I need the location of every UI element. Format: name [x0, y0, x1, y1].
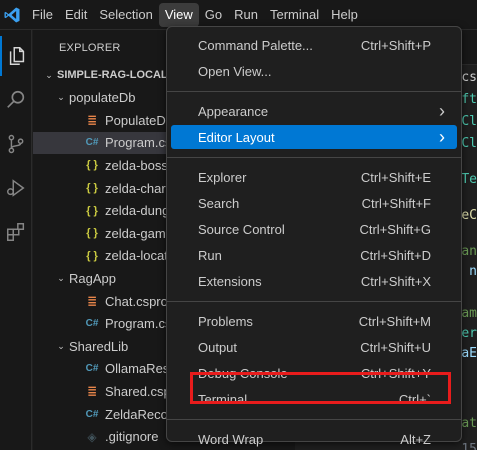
- menu-item-shortcut: Ctrl+Shift+Y: [360, 365, 431, 381]
- menu-separator: [167, 419, 461, 420]
- explorer-icon[interactable]: [0, 36, 32, 76]
- tree-item-label: populateDb: [69, 90, 136, 106]
- tree-item-label: .gitignore: [105, 429, 159, 445]
- vscode-logo-icon[interactable]: [0, 0, 24, 30]
- menu-item-shortcut: Alt+Z: [400, 431, 431, 447]
- menu-item-shortcut: Ctrl+Shift+E: [360, 169, 431, 185]
- source-control-icon[interactable]: [0, 124, 32, 164]
- menu-item-shortcut: Ctrl+Shift+D: [360, 247, 431, 263]
- git-file-icon: ◈: [87, 429, 97, 444]
- extensions-icon[interactable]: [0, 212, 32, 252]
- csharp-file-icon: C#: [85, 363, 99, 375]
- code-fragment: er: [461, 326, 477, 341]
- menu-item-shortcut: Ctrl+Shift+U: [360, 339, 431, 355]
- menu-item-label: Explorer: [198, 169, 247, 185]
- menu-item-source-control[interactable]: Source Control Ctrl+Shift+G: [171, 217, 457, 241]
- run-debug-icon[interactable]: [0, 168, 32, 208]
- code-fragment: am: [461, 306, 477, 321]
- sidebar-title: EXPLORER: [59, 42, 121, 54]
- chevron-down-icon: ⌄: [57, 340, 65, 351]
- menu-item-shortcut: Ctrl+Shift+P: [360, 37, 431, 53]
- menu-item-editor-layout[interactable]: Editor Layout ›: [171, 125, 457, 149]
- code-fragment: at: [461, 416, 477, 431]
- menu-item-label: Command Palette...: [198, 37, 313, 53]
- menu-item-command-palette[interactable]: Command Palette... Ctrl+Shift+P: [171, 33, 457, 57]
- menu-item-open-view[interactable]: Open View...: [171, 59, 457, 83]
- tree-item-label: SIMPLE-RAG-LOCAL-: [57, 69, 172, 81]
- menu-go[interactable]: Go: [199, 3, 228, 27]
- menu-item-appearance[interactable]: Appearance ›: [171, 99, 457, 123]
- menu-item-shortcut: Ctrl+`: [398, 391, 431, 407]
- tree-item-label: Program.cs: [105, 316, 172, 332]
- json-file-icon: { }: [86, 182, 98, 194]
- json-file-icon: { }: [86, 249, 98, 262]
- menu-item-label: Output: [198, 339, 238, 355]
- menu-terminal[interactable]: Terminal: [264, 3, 325, 27]
- tree-item-label: RagApp: [69, 270, 116, 286]
- code-fragment: Cl: [461, 136, 477, 151]
- csproj-file-icon: ≣: [86, 384, 98, 399]
- menu-item-search[interactable]: Search Ctrl+Shift+F: [171, 191, 457, 215]
- chevron-down-icon: ⌄: [57, 92, 65, 103]
- menu-separator: [167, 301, 461, 302]
- menu-file[interactable]: File: [26, 3, 59, 27]
- json-file-icon: { }: [86, 159, 98, 172]
- tree-item-label: SharedLib: [69, 338, 129, 354]
- menu-item-shortcut: Ctrl+Shift+X: [360, 273, 431, 289]
- menu-item-label: Editor Layout: [198, 129, 275, 145]
- code-fragment: aE: [461, 346, 477, 361]
- code-fragment: n: [469, 264, 477, 279]
- search-icon[interactable]: [0, 80, 32, 120]
- menu-item-label: Terminal: [198, 391, 248, 407]
- csharp-file-icon: C#: [85, 408, 99, 420]
- menu-item-extensions[interactable]: Extensions Ctrl+Shift+X: [171, 269, 457, 293]
- code-fragment: Cl: [461, 114, 477, 129]
- menu-help[interactable]: Help: [325, 3, 364, 27]
- menu-separator: [167, 157, 461, 158]
- menu-view[interactable]: View: [158, 3, 199, 27]
- menu-separator: [167, 91, 461, 92]
- json-file-icon: { }: [86, 227, 98, 240]
- code-fragment: 15: [461, 442, 477, 450]
- menu-item-terminal[interactable]: Terminal Ctrl+`: [171, 387, 457, 411]
- menu-item-label: Problems: [198, 313, 253, 329]
- chevron-down-icon: ⌄: [57, 272, 65, 283]
- menu-item-debug-console[interactable]: Debug Console Ctrl+Shift+Y: [171, 361, 457, 385]
- menu-item-label: Appearance: [198, 103, 269, 119]
- csharp-file-icon: C#: [85, 318, 99, 330]
- menu-item-label: Run: [198, 247, 222, 263]
- menu-run[interactable]: Run: [228, 3, 264, 27]
- csproj-file-icon: ≣: [86, 113, 98, 128]
- menu-item-label: Extensions: [198, 273, 262, 289]
- menu-item-run[interactable]: Run Ctrl+Shift+D: [171, 243, 457, 267]
- tree-item-label: Chat.csproj: [105, 293, 171, 309]
- menu-item-label: Open View...: [198, 63, 272, 79]
- code-fragment: ft: [461, 92, 477, 107]
- chevron-right-icon: ›: [439, 126, 445, 147]
- menu-item-word-wrap[interactable]: Word Wrap Alt+Z: [171, 427, 457, 450]
- menu-item-label: Debug Console: [198, 365, 288, 381]
- code-fragment: Te: [461, 172, 477, 187]
- tree-item-label: Program.cs: [105, 135, 172, 151]
- menu-item-shortcut: Ctrl+Shift+F: [361, 195, 431, 211]
- activity-bar: [0, 30, 32, 450]
- menu-selection[interactable]: Selection: [93, 3, 158, 27]
- menu-item-label: Search: [198, 195, 240, 211]
- menu-item-problems[interactable]: Problems Ctrl+Shift+M: [171, 309, 457, 333]
- code-fragment: an: [461, 244, 477, 259]
- view-menu-dropdown: Command Palette... Ctrl+Shift+P Open View.…: [166, 26, 462, 447]
- menu-item-shortcut: Ctrl+Shift+M: [358, 313, 431, 329]
- menu-item-output[interactable]: Output Ctrl+Shift+U: [171, 335, 457, 359]
- csharp-file-icon: C#: [85, 137, 99, 149]
- json-file-icon: { }: [86, 204, 98, 217]
- chevron-down-icon: ⌄: [45, 69, 53, 80]
- csproj-file-icon: ≣: [86, 294, 98, 308]
- menu-item-label: Word Wrap: [198, 431, 264, 447]
- menu-item-label: Source Control: [198, 221, 285, 237]
- chevron-right-icon: ›: [439, 100, 445, 121]
- menu-edit[interactable]: Edit: [59, 3, 93, 27]
- code-fragment: eC: [461, 208, 477, 223]
- menu-item-explorer[interactable]: Explorer Ctrl+Shift+E: [171, 165, 457, 189]
- menu-item-shortcut: Ctrl+Shift+G: [359, 221, 431, 237]
